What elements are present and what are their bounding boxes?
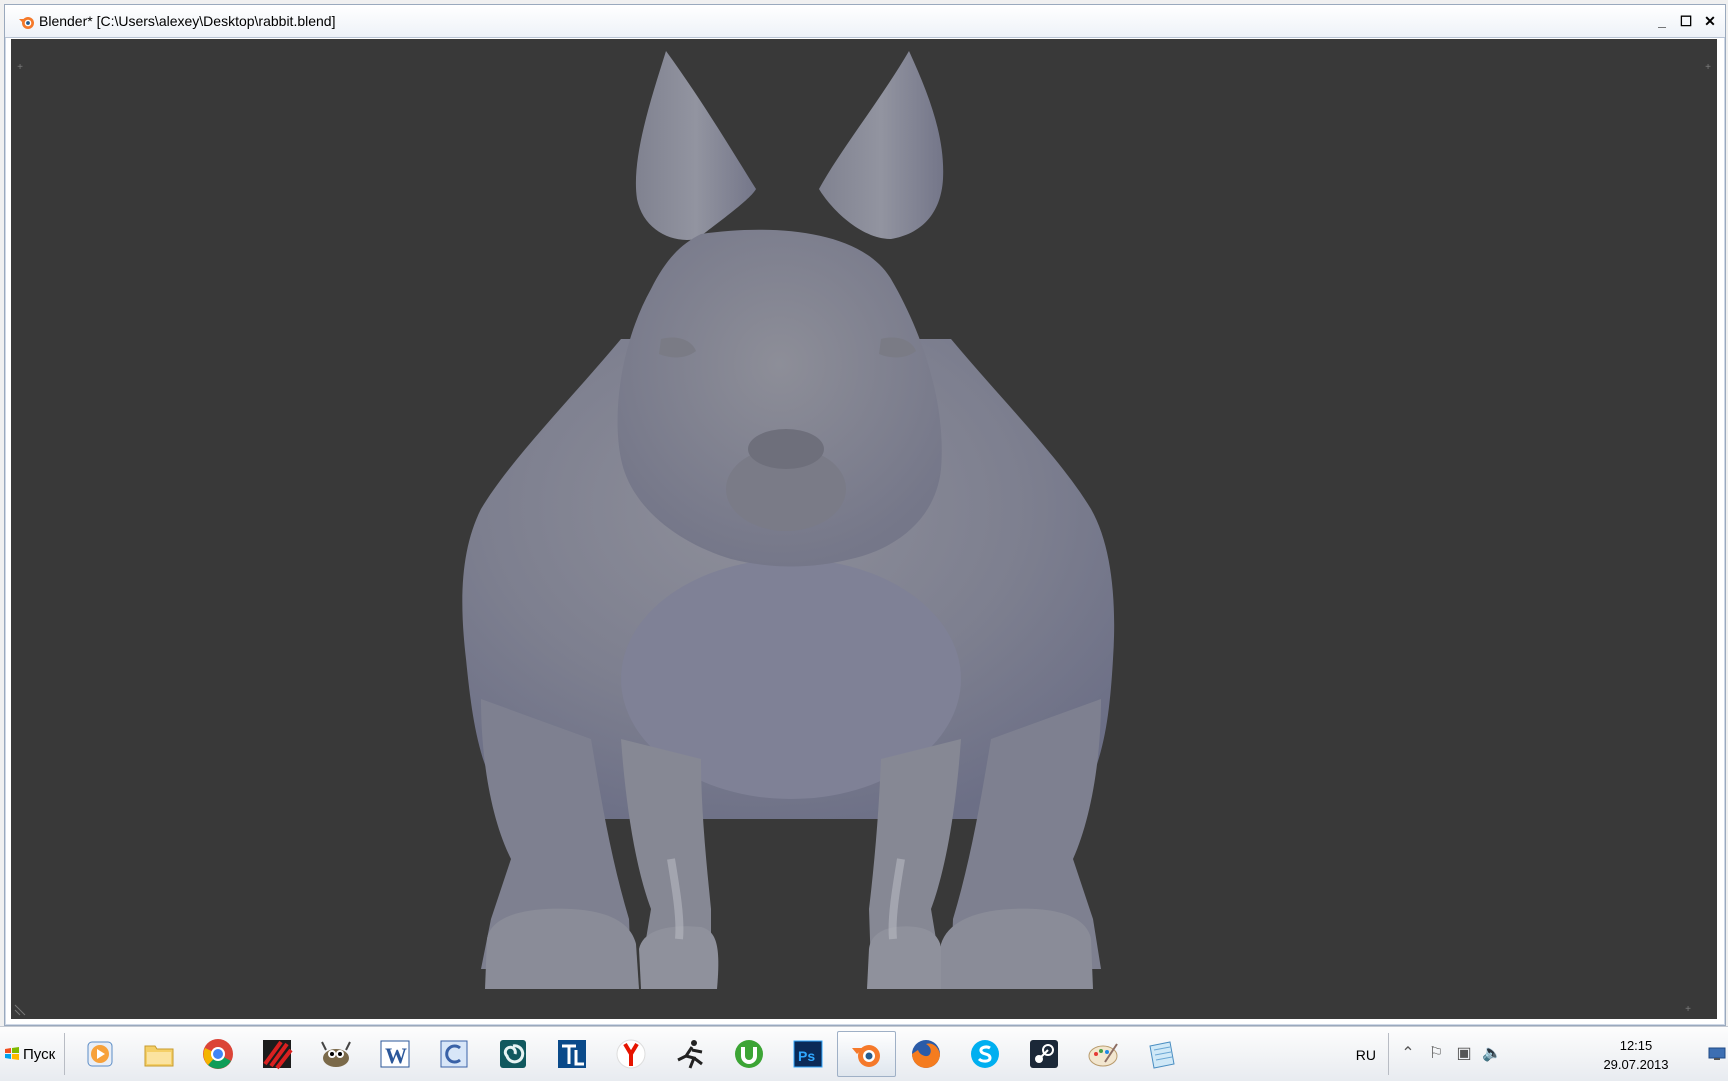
taskbar-app-firefox[interactable] <box>896 1031 955 1077</box>
taskbar-app-media-player[interactable] <box>70 1031 129 1077</box>
3d-viewport[interactable]: + + + <box>11 39 1717 1019</box>
taskbar-app-notepad[interactable] <box>1132 1031 1191 1077</box>
clock[interactable]: 12:15 29.07.2013 <box>1594 1036 1678 1074</box>
taskbar-app-blender[interactable] <box>837 1031 896 1077</box>
gimp-icon <box>320 1041 351 1067</box>
utorrent-icon <box>734 1040 763 1068</box>
minimize-icon: _ <box>1658 13 1666 29</box>
blender-window: Blender* [C:\Users\alexey\Desktop\rabbit… <box>4 4 1726 1026</box>
taskbar-app-tl[interactable] <box>542 1031 601 1077</box>
taskbar-app-file-explorer[interactable] <box>129 1031 188 1077</box>
language-indicator[interactable]: RU <box>1356 1047 1376 1063</box>
taskbar-app-c[interactable] <box>424 1031 483 1077</box>
taskbar-app-photoshop[interactable]: Ps <box>778 1031 837 1077</box>
svg-text:W: W <box>385 1043 407 1068</box>
start-button[interactable]: Пуск <box>4 1033 62 1075</box>
taskbar-app-yandex[interactable] <box>601 1031 660 1077</box>
taskbar: Пуск W Ps RU ⌃ ⚐ ▣ 🔈 12:15 29.07.2013 <box>0 1026 1728 1081</box>
steam-icon <box>1029 1040 1058 1068</box>
front-right-foot <box>867 926 944 989</box>
windows-logo-icon <box>5 1047 19 1060</box>
left-ear <box>635 51 756 240</box>
volume-icon[interactable]: 🔈 <box>1482 1043 1502 1063</box>
taskbar-app-striped[interactable] <box>247 1031 306 1077</box>
taskbar-divider <box>64 1033 65 1075</box>
maximize-icon: ☐ <box>1679 12 1693 29</box>
taskbar-app-runner[interactable] <box>660 1031 719 1077</box>
show-desktop-button[interactable] <box>1706 1027 1728 1081</box>
system-tray: RU ⌃ ⚐ ▣ 🔈 12:15 29.07.2013 <box>1308 1027 1728 1081</box>
show-hidden-icons-icon[interactable]: ⌃ <box>1398 1043 1418 1063</box>
tray-divider <box>1388 1033 1389 1075</box>
runner-icon <box>676 1040 703 1069</box>
tl-icon <box>557 1040 586 1068</box>
photoshop-icon: Ps <box>793 1040 822 1068</box>
play-icon <box>87 1041 112 1067</box>
taskbar-app-skype[interactable] <box>955 1031 1014 1077</box>
window-controls: _ ☐ ✕ <box>1651 11 1721 31</box>
action-center-flag-icon[interactable]: ⚐ <box>1426 1043 1446 1063</box>
taskbar-app-utorrent[interactable] <box>719 1031 778 1077</box>
taskbar-app-gimp[interactable] <box>306 1031 365 1077</box>
maximize-button[interactable]: ☐ <box>1675 11 1697 31</box>
rear-left-foot <box>485 908 639 989</box>
notepad-icon <box>1148 1041 1175 1069</box>
taskbar-app-word[interactable]: W <box>365 1031 424 1077</box>
blender-icon <box>851 1045 880 1067</box>
taskbar-app-chrome[interactable] <box>188 1031 247 1077</box>
clock-date: 29.07.2013 <box>1603 1057 1669 1072</box>
network-icon[interactable]: ▣ <box>1454 1043 1474 1063</box>
title-bar[interactable]: Blender* [C:\Users\alexey\Desktop\rabbit… <box>5 5 1725 38</box>
spiral-icon <box>499 1040 526 1068</box>
taskbar-app-spiral[interactable] <box>483 1031 542 1077</box>
clock-time: 12:15 <box>1619 1038 1653 1053</box>
chrome-icon <box>202 1039 233 1069</box>
close-icon: ✕ <box>1704 12 1716 29</box>
nose <box>748 429 824 469</box>
stripes-icon <box>262 1040 293 1070</box>
window-title: Blender* [C:\Users\alexey\Desktop\rabbit… <box>39 13 336 29</box>
taskbar-app-paint[interactable] <box>1073 1031 1132 1077</box>
close-button[interactable]: ✕ <box>1699 11 1721 31</box>
monitor-icon <box>1708 1047 1726 1060</box>
firefox-icon <box>911 1040 940 1068</box>
taskbar-app-steam[interactable] <box>1014 1031 1073 1077</box>
svg-text:Ps: Ps <box>798 1048 815 1064</box>
blender-logo-icon <box>19 17 34 29</box>
folder-icon <box>144 1045 173 1067</box>
skype-icon <box>970 1040 999 1068</box>
minimize-button[interactable]: _ <box>1651 11 1673 31</box>
taskbar-apps: W Ps <box>70 1031 1191 1077</box>
rear-right-foot <box>941 908 1093 989</box>
rabbit-mesh <box>462 51 1115 989</box>
word-icon: W <box>380 1040 409 1068</box>
paint-icon <box>1088 1043 1118 1067</box>
c-icon <box>440 1040 467 1068</box>
right-ear <box>819 51 944 239</box>
yandex-icon <box>616 1039 645 1069</box>
start-label: Пуск <box>23 1045 56 1063</box>
